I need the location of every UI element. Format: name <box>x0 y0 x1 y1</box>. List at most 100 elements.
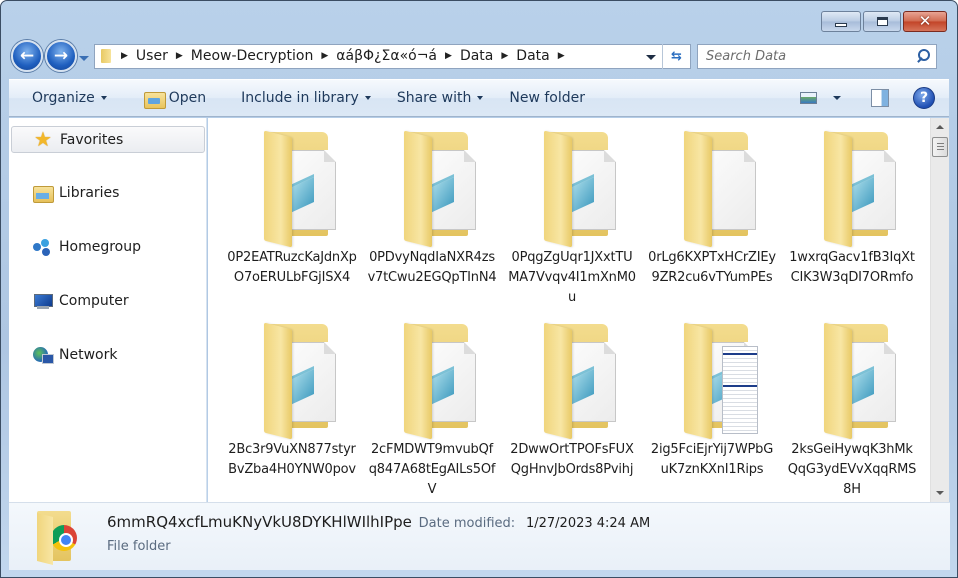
maximize-icon <box>876 17 888 26</box>
share-with-button[interactable]: Share with <box>387 80 494 116</box>
close-button[interactable]: ✕ <box>903 11 947 32</box>
address-bar[interactable]: ▶ User ▶ Meow-Decryption ▶ αáβΦ¿Σα«ó¬á ▶… <box>94 43 691 69</box>
open-folder-icon <box>143 90 166 109</box>
sidebar-item-homegroup[interactable]: Homegroup <box>33 235 141 259</box>
new-folder-label: New folder <box>509 90 586 106</box>
scroll-up-icon[interactable] <box>936 125 944 129</box>
minimize-icon <box>835 22 847 27</box>
folder-item[interactable]: 0rLg6KXPTxHCrZIEy9ZR2cu6vTYumPEs <box>642 124 782 308</box>
forward-button[interactable]: → <box>45 40 77 72</box>
help-icon[interactable]: ? <box>913 87 935 109</box>
computer-icon <box>33 292 53 310</box>
breadcrumb-meow-decryption[interactable]: Meow-Decryption <box>191 48 314 64</box>
file-list: 0P2EATRuzcKaJdnXpO7oERULbFGjISX4 0PDvyNqd… <box>208 118 930 502</box>
maximize-button[interactable] <box>863 11 901 32</box>
folder-notepad-icon <box>524 124 620 248</box>
search-input[interactable] <box>706 48 906 64</box>
folder-name: 2cFMDWT9mvubQfq847A68tEgAILs5OfV <box>368 442 496 497</box>
folder-name: 0rLg6KXPTxHCrZIEy9ZR2cu6vTYumPEs <box>648 250 776 285</box>
back-button[interactable]: ← <box>11 40 43 72</box>
folder-document-icon <box>664 124 760 248</box>
file-grid: 0P2EATRuzcKaJdnXpO7oERULbFGjISX4 0PDvyNqd… <box>222 124 922 500</box>
command-bar: Organize Open Include in library Share w… <box>9 79 949 117</box>
view-controls: ? <box>800 80 935 116</box>
folder-name: 0P2EATRuzcKaJdnXpO7oERULbFGjISX4 <box>227 250 357 285</box>
sidebar-item-label: Computer <box>59 293 129 309</box>
chevron-down-icon <box>100 96 107 100</box>
window-controls: ✕ <box>821 11 947 32</box>
breadcrumb-separator[interactable]: ▶ <box>321 51 328 61</box>
navigation-pane: Favorites Libraries Homegroup Computer N… <box>9 118 207 502</box>
breadcrumb-separator[interactable]: ▶ <box>121 51 128 61</box>
address-history-dropdown[interactable] <box>646 54 656 60</box>
folder-name: 2ksGeiHywqK3hMkQqG3ydEVvXqqRMS8H <box>787 442 917 497</box>
folder-item[interactable]: 2Bc3r9VuXN877styrBvZba4H0YNW0pov <box>222 316 362 500</box>
close-icon: ✕ <box>918 12 932 30</box>
sidebar-item-label: Homegroup <box>59 239 142 255</box>
scrollbar-thumb[interactable] <box>932 137 948 157</box>
folder-item[interactable]: 2ksGeiHywqK3hMkQqG3ydEVvXqqRMS8H <box>782 316 922 500</box>
date-modified-value: 1/27/2023 4:24 AM <box>525 516 651 531</box>
folder-item[interactable]: 2DwwOrtTPOFsFUXQgHnvJbOrds8Pvihj <box>502 316 642 500</box>
selected-item-title: 6mmRQ4xcfLmuKNyVkU8DYKHlWIlhIPpe <box>107 513 412 531</box>
star-icon <box>34 127 54 151</box>
folder-item[interactable]: 0P2EATRuzcKaJdnXpO7oERULbFGjISX4 <box>222 124 362 308</box>
folder-name: 2Bc3r9VuXN877styrBvZba4H0YNW0pov <box>228 442 356 477</box>
folder-item[interactable]: 0PqgZgUqr1JXxtTUMA7Vvqv4I1mXnM0u <box>502 124 642 308</box>
forward-arrow-icon: → <box>53 46 69 66</box>
details-pane: 6mmRQ4xcfLmuKNyVkU8DYKHlWIlhIPpe Date mo… <box>9 502 950 570</box>
breadcrumb-data-current[interactable]: Data <box>516 48 549 64</box>
search-icon[interactable] <box>916 48 930 63</box>
breadcrumb-separator[interactable]: ▶ <box>445 51 452 61</box>
folder-name: 2DwwOrtTPOFsFUXQgHnvJbOrds8Pvihj <box>510 442 634 477</box>
folder-name: 0PDvyNqdIaNXR4zsv7tCwu2EGQpTInN4 <box>367 250 497 285</box>
sidebar-item-label: Network <box>59 347 118 363</box>
change-view-icon[interactable] <box>800 92 817 104</box>
vertical-scrollbar[interactable] <box>930 118 949 502</box>
folder-name: 0PqgZgUqr1JXxtTUMA7Vvqv4I1mXnM0u <box>508 250 636 305</box>
chevron-down-icon <box>477 96 484 100</box>
open-button[interactable]: Open <box>134 80 216 116</box>
minimize-button[interactable] <box>821 11 861 32</box>
folder-spreadsheet-icon <box>664 316 760 440</box>
chevron-down-icon <box>364 96 371 100</box>
organize-label: Organize <box>32 90 95 106</box>
refresh-button[interactable]: ⇆ <box>662 43 690 69</box>
include-in-library-button[interactable]: Include in library <box>231 80 381 116</box>
breadcrumb-user[interactable]: User <box>136 48 168 64</box>
search-box <box>697 43 937 69</box>
folder-notepad-icon <box>804 316 900 440</box>
breadcrumb-data[interactable]: Data <box>460 48 493 64</box>
folder-name: 2ig5FciEjrYij7WPbGuK7znKXnI1Rips <box>650 442 774 477</box>
folder-item[interactable]: 2cFMDWT9mvubQfq847A68tEgAILs5OfV <box>362 316 502 500</box>
folder-icon <box>99 48 115 64</box>
selected-item-type: File folder <box>107 539 171 554</box>
breadcrumb-separator[interactable]: ▶ <box>501 51 508 61</box>
sidebar-item-favorites[interactable]: Favorites <box>11 126 205 153</box>
breadcrumb-separator[interactable]: ▶ <box>558 51 565 61</box>
view-options-dropdown[interactable] <box>833 96 841 100</box>
breadcrumb-separator[interactable]: ▶ <box>176 51 183 61</box>
sidebar-item-libraries[interactable]: Libraries <box>33 181 119 205</box>
folder-item[interactable]: 2ig5FciEjrYij7WPbGuK7znKXnI1Rips <box>642 316 782 500</box>
folder-item[interactable]: 1wxrqGacv1fB3IqXtCIK3W3qDI7ORmfo <box>782 124 922 308</box>
new-folder-button[interactable]: New folder <box>499 80 595 116</box>
sidebar-item-network[interactable]: Network <box>33 343 117 367</box>
network-icon <box>33 346 54 364</box>
share-with-label: Share with <box>396 90 472 106</box>
folder-item[interactable]: 0PDvyNqdIaNXR4zsv7tCwu2EGQpTInN4 <box>362 124 502 308</box>
folder-notepad-icon <box>244 316 340 440</box>
recent-pages-dropdown[interactable] <box>79 55 89 61</box>
sidebar-item-label: Libraries <box>59 185 120 201</box>
homegroup-icon <box>33 238 53 256</box>
breadcrumb-garbled-folder[interactable]: αáβΦ¿Σα«ó¬á <box>336 48 437 64</box>
refresh-icon: ⇆ <box>671 48 682 64</box>
scroll-down-icon[interactable] <box>936 491 944 495</box>
sidebar-item-label: Favorites <box>60 131 124 148</box>
organize-button[interactable]: Organize <box>22 80 117 116</box>
sidebar-item-computer[interactable]: Computer <box>33 289 129 313</box>
preview-pane-icon[interactable] <box>871 89 889 107</box>
date-modified-label: Date modified: <box>418 516 516 531</box>
libraries-icon <box>33 184 54 203</box>
folder-notepad-icon <box>244 124 340 248</box>
